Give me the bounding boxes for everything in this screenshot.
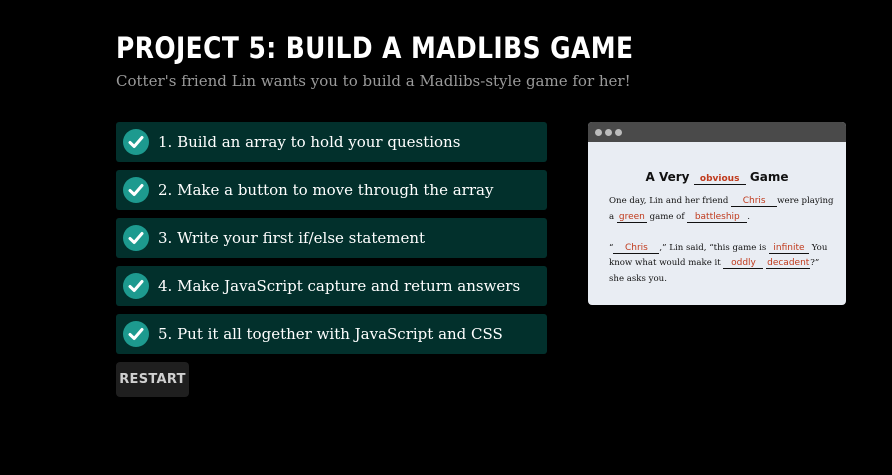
- step-item-3[interactable]: 3. Write your first if/else statement: [116, 218, 547, 258]
- step-item-2[interactable]: 2. Make a button to move through the arr…: [116, 170, 547, 210]
- window-dot-icon: [605, 128, 612, 136]
- page-title: PROJECT 5: BUILD A MADLIBS GAME: [116, 31, 634, 65]
- checkmark-icon: [123, 129, 149, 155]
- story-text: ?”: [810, 258, 820, 268]
- madlib-preview-window: A Very obvious Game One day, Lin and her…: [588, 122, 846, 305]
- madlib-word: Chris: [613, 243, 660, 254]
- step-label: 3. Write your first if/else statement: [158, 229, 426, 247]
- window-dot-icon: [615, 128, 622, 136]
- step-label: 5. Put it all together with JavaScript a…: [158, 325, 503, 343]
- madlib-word: oddly: [723, 258, 764, 269]
- madlib-word: obvious: [693, 174, 746, 185]
- step-item-5[interactable]: 5. Put it all together with JavaScript a…: [116, 314, 547, 354]
- madlib-word: battleship: [687, 212, 748, 223]
- step-label: 1. Build an array to hold your questions: [158, 133, 461, 151]
- madlib-story: One day, Lin and her friend Chris were pl…: [609, 194, 834, 287]
- story-text: ,” Lin said, “this game is: [659, 242, 767, 253]
- restart-button[interactable]: RESTART: [116, 362, 189, 397]
- page-subtitle: Cotter's friend Lin wants you to build a…: [116, 72, 631, 90]
- madlib-word: infinite: [769, 243, 809, 254]
- story-text: You: [811, 242, 828, 253]
- madlib-title-prefix: A Very: [645, 170, 690, 184]
- madlib-word: green: [616, 211, 647, 223]
- window-titlebar: [588, 122, 846, 142]
- window-dot-icon: [595, 128, 602, 136]
- step-item-4[interactable]: 4. Make JavaScript capture and return an…: [116, 266, 547, 306]
- checkmark-icon: [123, 177, 149, 203]
- story-text: game of: [649, 211, 685, 222]
- checkmark-icon: [123, 273, 149, 299]
- story-text: were playing: [777, 196, 834, 206]
- story-text: know what would make it: [609, 258, 721, 268]
- story-text: a: [609, 211, 615, 222]
- madlib-word: decadent: [766, 258, 811, 269]
- story-text: One day, Lin and her friend: [609, 196, 729, 206]
- step-label: 4. Make JavaScript capture and return an…: [158, 277, 521, 295]
- step-list: 1. Build an array to hold your questions…: [116, 122, 547, 362]
- madlib-title: A Very obvious Game: [588, 170, 846, 185]
- checkmark-icon: [123, 225, 149, 251]
- step-item-1[interactable]: 1. Build an array to hold your questions: [116, 122, 547, 162]
- madlib-title-suffix: Game: [749, 170, 789, 184]
- story-text: she asks you.: [609, 273, 667, 284]
- step-label: 2. Make a button to move through the arr…: [158, 181, 494, 199]
- checkmark-icon: [123, 321, 149, 347]
- madlib-word: Chris: [731, 196, 778, 207]
- story-text: .: [747, 211, 751, 222]
